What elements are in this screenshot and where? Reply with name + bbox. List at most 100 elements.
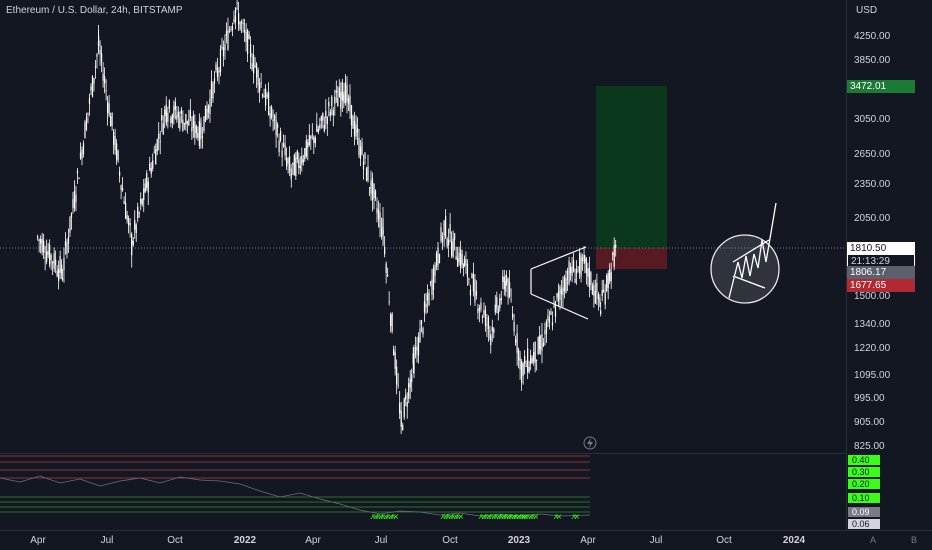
- candle-body: [466, 263, 469, 278]
- candle-body: [489, 330, 491, 333]
- candle-body: [210, 81, 213, 99]
- candle-body: [600, 310, 602, 314]
- candle-body: [38, 239, 40, 242]
- candle-body: [364, 152, 366, 159]
- profit-zone[interactable]: [596, 86, 667, 248]
- candle-body: [402, 424, 404, 431]
- indicator-level-badge: 0.40: [848, 455, 880, 465]
- candle-body: [487, 317, 490, 330]
- candle-body: [120, 185, 122, 190]
- log-scale-button[interactable]: B: [907, 533, 921, 547]
- candle-body: [588, 268, 590, 287]
- candle-body: [116, 143, 118, 160]
- candle-body: [50, 255, 52, 260]
- candle-body: [238, 13, 240, 25]
- candle-body: [179, 116, 181, 129]
- candle-body: [406, 401, 408, 407]
- candle-body: [338, 87, 340, 97]
- candle-body: [222, 47, 225, 57]
- candle-body: [143, 188, 145, 201]
- candle-body: [236, 2, 238, 4]
- candle-body: [203, 116, 205, 131]
- candle-body: [554, 301, 557, 317]
- candle-body: [323, 125, 325, 132]
- candle-body: [188, 118, 190, 126]
- candle-body: [46, 251, 48, 262]
- date-tick: Jul: [100, 535, 114, 546]
- candle-body: [218, 70, 220, 73]
- symbol-title[interactable]: Ethereum / U.S. Dollar, 24h, BITSTAMP: [6, 5, 183, 16]
- price-tick: 1340.00: [854, 319, 891, 330]
- candle-body: [403, 398, 405, 418]
- candle-body: [331, 96, 333, 106]
- candle-body: [405, 394, 407, 400]
- candle-body: [59, 256, 61, 273]
- candle-body: [289, 156, 291, 171]
- candle-body: [37, 236, 39, 238]
- candle-body: [171, 114, 173, 124]
- candle-body: [173, 106, 175, 119]
- candle-body: [483, 309, 485, 315]
- candle-body: [391, 313, 393, 332]
- candle-body: [41, 239, 43, 253]
- candle-body: [425, 304, 427, 308]
- candle-body: [248, 34, 250, 39]
- candle-body: [452, 238, 454, 258]
- candle-body: [409, 378, 411, 388]
- candle-body: [49, 244, 51, 265]
- candle-body: [117, 150, 119, 161]
- candle-body: [44, 257, 46, 258]
- candle-body: [56, 270, 58, 277]
- candle-body: [94, 66, 97, 68]
- candle-body: [198, 121, 200, 146]
- candle-body: [224, 44, 226, 51]
- candle-body: [502, 276, 504, 282]
- date-tick: 2023: [507, 535, 531, 546]
- candle-body: [73, 191, 76, 209]
- candle-body: [334, 96, 336, 104]
- price-tick: 1095.00: [854, 370, 891, 381]
- candle-body: [147, 181, 149, 193]
- candle-body: [174, 101, 176, 110]
- candle-body: [491, 326, 493, 332]
- candle-body: [61, 277, 64, 280]
- candle-body: [443, 220, 445, 236]
- candle-body: [165, 112, 167, 123]
- candle-body: [283, 142, 285, 147]
- candle-body: [290, 174, 292, 176]
- candle-body: [292, 162, 294, 165]
- candle-body: [260, 82, 262, 84]
- candle-body: [340, 91, 342, 109]
- candle-body: [615, 244, 617, 248]
- candle-body: [531, 358, 533, 364]
- candle-body: [85, 117, 88, 130]
- candle-body: [565, 277, 567, 293]
- candle-body: [559, 286, 561, 300]
- candle-body: [445, 216, 447, 237]
- candle-body: [548, 318, 551, 323]
- candle-body: [43, 240, 45, 253]
- candle-body: [507, 278, 509, 298]
- price-tick: 2050.00: [854, 213, 891, 224]
- candle-body: [475, 291, 478, 296]
- candle-body: [399, 403, 401, 414]
- candle-body: [84, 122, 86, 139]
- candle-body: [271, 106, 273, 118]
- lightning-icon[interactable]: [583, 436, 597, 450]
- candle-body: [435, 253, 438, 267]
- currency-label[interactable]: USD: [856, 5, 877, 16]
- price-tick: 4250.00: [854, 31, 891, 42]
- auto-scale-button[interactable]: A: [866, 533, 880, 547]
- candle-body: [533, 351, 535, 362]
- price-tick: 905.00: [854, 417, 885, 428]
- signal-marker: ×: [458, 512, 465, 521]
- candle-body: [168, 100, 170, 109]
- candle-body: [311, 134, 313, 136]
- loss-zone[interactable]: [596, 248, 667, 269]
- flag-pattern-sketch[interactable]: [710, 202, 780, 304]
- candle-body: [422, 327, 424, 335]
- chart-canvas[interactable]: ⋏×⋏×⋏×⋏×⋏× ⋏×⋏×⋏×⋏× ⋏×⋏×⋏×⋏×⋏×⋏×⋏×⋏×⋏×⋏×⋏×…: [0, 0, 932, 550]
- candle-body: [365, 168, 368, 181]
- candle-body: [110, 116, 112, 127]
- candle-body: [604, 292, 606, 305]
